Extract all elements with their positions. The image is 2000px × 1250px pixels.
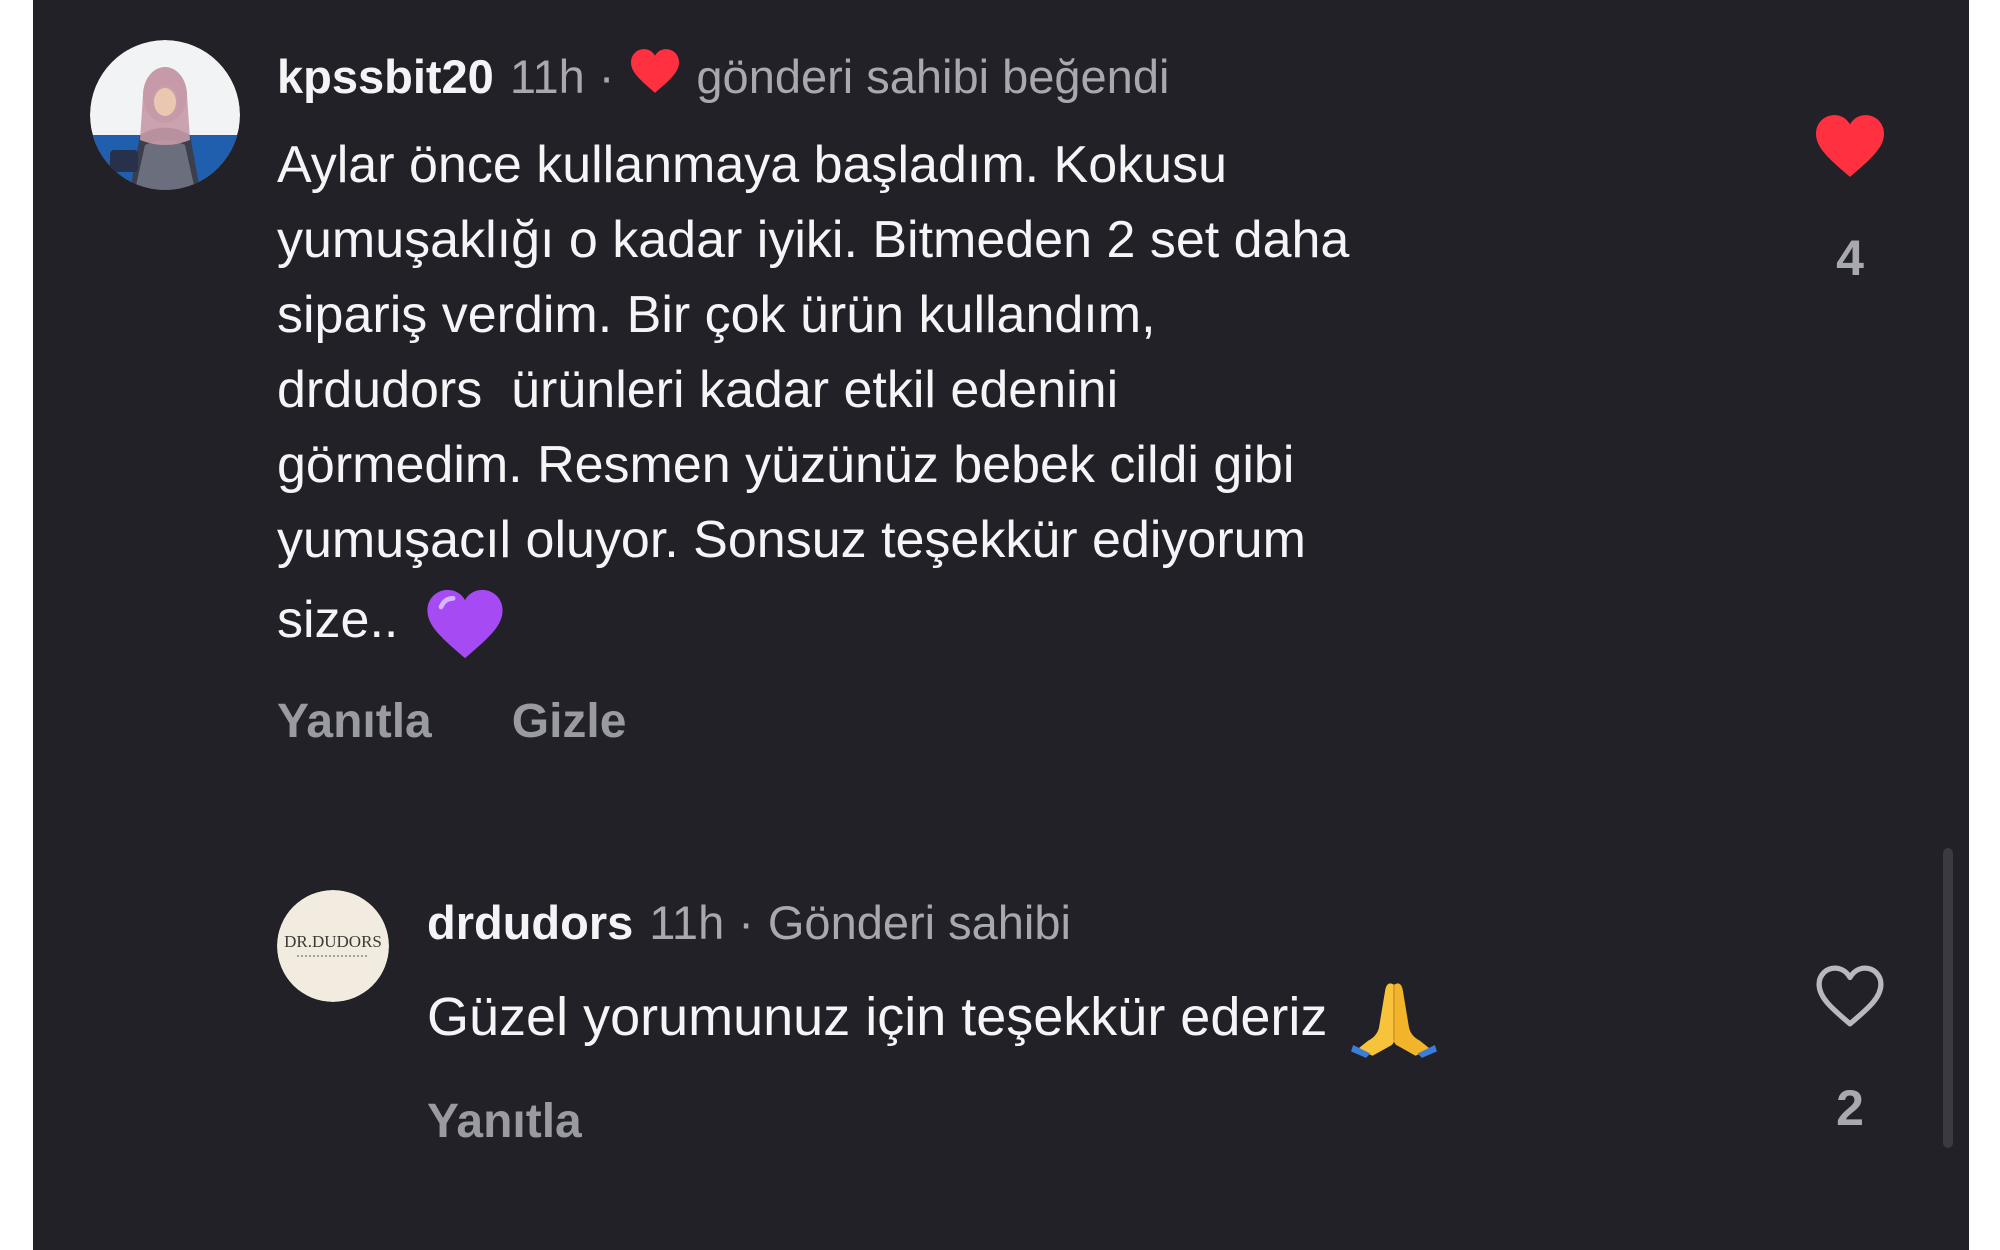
purple-heart-icon xyxy=(424,586,506,662)
username[interactable]: drdudors xyxy=(427,895,633,950)
reply-header: drdudors 11h · Gönderi sahibi xyxy=(427,892,1071,952)
hide-button[interactable]: Gizle xyxy=(512,694,627,749)
comment-line: Aylar önce kullanmaya başladım. Kokusu xyxy=(277,136,1227,194)
comment-line: drdudors ürünleri kadar etkil edenini xyxy=(277,361,1119,419)
comment-line: yumuşacıl oluyor. Sonsuz teşekkür ediyor… xyxy=(277,511,1306,569)
author-badge: Gönderi sahibi xyxy=(767,895,1071,949)
reply-button[interactable]: Yanıtla xyxy=(277,694,432,749)
liked-by-author-label: gönderi sahibi beğendi xyxy=(696,49,1170,103)
reply-button[interactable]: Yanıtla xyxy=(427,1094,582,1149)
heart-outline-icon[interactable] xyxy=(1812,962,1888,1035)
avatar-logo-text: DR.DUDORS xyxy=(284,932,382,951)
timestamp: 11h xyxy=(509,49,585,103)
reply-like: 2 xyxy=(1795,962,1905,1137)
user-avatar[interactable] xyxy=(90,40,240,190)
like-count: 4 xyxy=(1836,230,1864,286)
comment-line: sipariş verdim. Bir çok ürün kullandım, xyxy=(277,286,1156,344)
scrollbar[interactable] xyxy=(1943,848,1953,1148)
separator: · xyxy=(598,49,615,103)
reply-text: Güzel yorumunuz için teşekkür ederiz xyxy=(427,976,1438,1058)
comment-line: size.. xyxy=(277,590,399,649)
separator: · xyxy=(738,895,754,949)
comments-panel: kpssbit20 11h · gönderi sahibi beğendi A… xyxy=(33,0,1969,1250)
comment-like: 4 xyxy=(1795,112,1905,287)
brand-avatar[interactable]: DR.DUDORS xyxy=(277,890,389,1002)
like-count: 2 xyxy=(1836,1080,1864,1136)
username[interactable]: kpssbit20 xyxy=(277,49,494,104)
reply-actions: Yanıtla xyxy=(427,1094,582,1149)
timestamp: 11h xyxy=(649,895,725,949)
comment-line: Güzel yorumunuz için teşekkür ederiz xyxy=(427,986,1328,1047)
comment-header: kpssbit20 11h · gönderi sahibi beğendi xyxy=(277,46,1169,106)
heart-icon xyxy=(628,47,682,106)
comment-text: Aylar önce kullanmaya başladım. Kokusu y… xyxy=(277,128,1777,662)
folded-hands-icon xyxy=(1351,976,1438,1058)
comment-line: yumuşaklığı o kadar iyiki. Bitmeden 2 se… xyxy=(277,211,1350,269)
comment-line-last: size.. xyxy=(277,578,1777,662)
comment-actions: Yanıtla Gizle xyxy=(277,694,626,749)
comment-line: görmedim. Resmen yüzünüz bebek cildi gib… xyxy=(277,436,1295,494)
heart-filled-icon[interactable] xyxy=(1812,112,1888,185)
